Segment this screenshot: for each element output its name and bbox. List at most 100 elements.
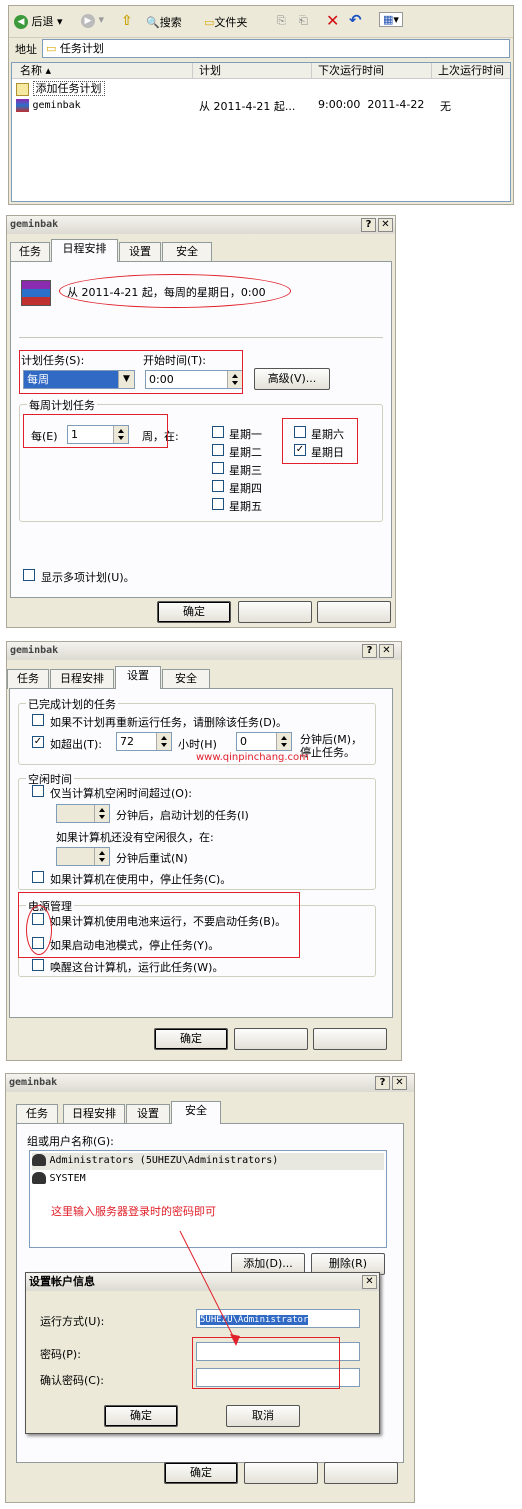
winrar-icon (16, 98, 29, 112)
forward-arrow-icon: ▶ (81, 14, 95, 28)
checkbox-idle-stop[interactable] (32, 871, 44, 883)
toolbar: ◀ 后退 ▾ ▶ ▾ ⇧ 🔍搜索 ▭文件夹 ⎘ ⎗ ✕ ↶ ▦▾ (9, 6, 513, 38)
folder-icon: ▭ (204, 16, 215, 29)
dialog-title: geminbak (6, 1074, 414, 1092)
up-folder-button[interactable]: ⇧ (121, 13, 135, 29)
annotation-arrow (179, 1230, 240, 1346)
checkbox-monday[interactable] (212, 426, 224, 438)
tab-task[interactable]: 任务 (7, 669, 49, 689)
apply-button[interactable] (317, 601, 391, 623)
annotation-note: 这里输入服务器登录时的密码即可 (51, 1205, 216, 1218)
tab-settings[interactable]: 设置 (119, 242, 161, 262)
apply-button[interactable] (313, 1028, 387, 1050)
tab-settings[interactable]: 设置 (115, 666, 161, 689)
help-button[interactable]: ? (362, 644, 377, 658)
group-users-icon (32, 1172, 46, 1184)
checkbox-wednesday[interactable] (212, 462, 224, 474)
ok-button[interactable]: 确定 (157, 601, 231, 623)
undo-icon[interactable]: ↶ (349, 11, 362, 29)
ok-button[interactable]: 确定 (164, 1462, 238, 1484)
highlight-ellipse (26, 905, 52, 955)
stop-minutes-field[interactable]: 0 (236, 732, 292, 751)
highlight-box (19, 350, 243, 394)
list-item[interactable]: geminbak (16, 98, 81, 114)
checkbox-idle-only[interactable] (32, 785, 44, 797)
dialog-title: geminbak (7, 216, 395, 234)
separator (19, 337, 383, 338)
checkbox-multiple-schedules[interactable] (23, 569, 35, 581)
file-list: 名称 ▴ 计划 下次运行时间 上次运行时间 添加任务计划 geminbak 从 … (11, 62, 511, 202)
checkbox-tuesday[interactable] (212, 444, 224, 456)
dialog-title: geminbak (7, 642, 401, 660)
help-button[interactable]: ? (375, 1076, 390, 1090)
tab-security[interactable]: 安全 (162, 669, 210, 689)
group-users-icon (32, 1154, 46, 1166)
stop-hours-field[interactable]: 72 (116, 732, 172, 751)
up-folder-icon: ⇧ (121, 13, 133, 29)
cancel-button[interactable] (244, 1462, 318, 1484)
help-button[interactable]: ? (361, 218, 376, 232)
close-button[interactable]: ✕ (362, 1275, 377, 1289)
col-name[interactable]: 名称 ▴ (12, 63, 193, 79)
search-button[interactable]: 🔍搜索 (146, 14, 182, 30)
move-to-icon[interactable]: ⎘ (277, 14, 286, 28)
highlight-box (23, 414, 168, 448)
checkbox-thursday[interactable] (212, 480, 224, 492)
col-next-run[interactable]: 下次运行时间 (312, 63, 432, 79)
summary-highlight-ellipse (59, 274, 291, 308)
views-icon: ▦ (383, 13, 394, 26)
checkbox-delete-task[interactable] (32, 714, 44, 726)
watermark: www.qinpinchang.com (196, 752, 309, 763)
views-button[interactable]: ▦▾ (379, 12, 403, 27)
col-last-run[interactable]: 上次运行时间 (432, 63, 510, 79)
back-button[interactable]: ◀ 后退 ▾ (14, 13, 63, 31)
tab-task[interactable]: 任务 (10, 242, 50, 262)
list-item[interactable]: 添加任务计划 (16, 80, 105, 96)
task-dialog-schedule: geminbak ? ✕ 任务 日程安排 设置 安全 从 2011-4-21 起… (6, 215, 396, 628)
tab-schedule[interactable]: 日程安排 (50, 669, 114, 689)
tab-schedule[interactable]: 日程安排 (63, 1104, 125, 1124)
tab-security[interactable]: 安全 (162, 242, 212, 262)
explorer-window: ◀ 后退 ▾ ▶ ▾ ⇧ 🔍搜索 ▭文件夹 ⎘ ⎗ ✕ ↶ ▦▾ 地址 ▭ 任务… (8, 5, 514, 205)
advanced-button[interactable]: 高级(V)... (254, 368, 330, 390)
settings-tab-panel: 已完成计划的任务 如果不计划再重新运行任务，请删除该任务(D)。 ✓ 如超出(T… (9, 688, 393, 1018)
add-task-icon (16, 82, 29, 96)
copy-to-icon[interactable]: ⎗ (299, 14, 308, 28)
close-button[interactable]: ✕ (392, 1076, 407, 1090)
tab-settings[interactable]: 设置 (126, 1104, 170, 1124)
tab-schedule[interactable]: 日程安排 (51, 239, 118, 262)
address-field[interactable]: ▭ 任务计划 (42, 39, 510, 58)
list-item[interactable]: SYSTEM (32, 1171, 384, 1188)
checkbox-friday[interactable] (212, 498, 224, 510)
scheduled-tasks-folder-icon: ▭ (46, 42, 57, 55)
address-bar: 地址 ▭ 任务计划 (9, 38, 513, 60)
ok-button[interactable]: 确定 (104, 1405, 178, 1427)
ok-button[interactable]: 确定 (154, 1028, 228, 1050)
cancel-button[interactable] (238, 601, 312, 623)
delete-icon[interactable]: ✕ (326, 11, 339, 30)
stop-minutes-spinner[interactable] (276, 733, 291, 750)
idle-retry-field[interactable] (56, 847, 110, 866)
highlight-box (18, 892, 300, 958)
close-button[interactable]: ✕ (379, 644, 394, 658)
cancel-button[interactable]: 取消 (226, 1405, 300, 1427)
tab-task[interactable]: 任务 (16, 1104, 58, 1124)
search-icon: 🔍 (146, 16, 160, 29)
stop-hours-spinner[interactable] (156, 733, 171, 750)
forward-button[interactable]: ▶ ▾ (81, 13, 104, 28)
folders-button[interactable]: ▭文件夹 (204, 14, 247, 30)
schedule-tab-panel: 从 2011-4-21 起，每周的星期日，0:00 计划任务(S): 开始时间(… (10, 261, 392, 598)
cancel-button[interactable] (234, 1028, 308, 1050)
idle-minutes-field[interactable] (56, 804, 110, 823)
column-headers: 名称 ▴ 计划 下次运行时间 上次运行时间 (12, 63, 510, 79)
col-schedule[interactable]: 计划 (193, 63, 312, 79)
checkbox-stop-after[interactable]: ✓ (32, 736, 44, 748)
tab-security[interactable]: 安全 (171, 1101, 221, 1124)
apply-button[interactable] (324, 1462, 398, 1484)
highlight-box (282, 418, 358, 464)
close-button[interactable]: ✕ (378, 218, 393, 232)
back-arrow-icon: ◀ (14, 15, 28, 29)
list-item[interactable]: Administrators (5UHEZU\Administrators) (32, 1153, 384, 1170)
checkbox-power-wake[interactable] (32, 959, 44, 971)
task-icon (21, 280, 51, 306)
